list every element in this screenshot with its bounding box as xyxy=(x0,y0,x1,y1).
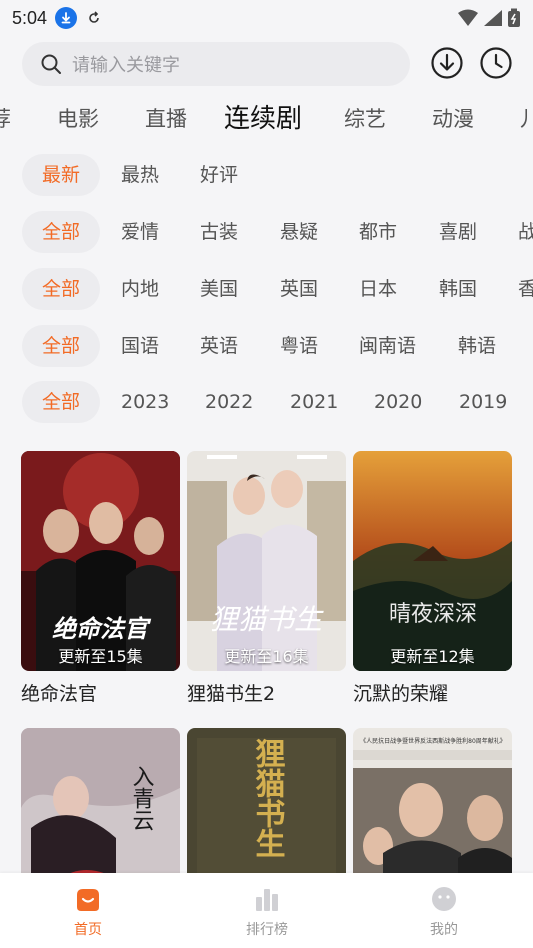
show-poster: 狸猫书生 更新至16集 xyxy=(187,451,346,671)
search-input[interactable]: 请输入关键字 xyxy=(22,42,410,86)
wifi-icon xyxy=(458,9,478,26)
tab-tv-series[interactable]: 连续剧 xyxy=(224,96,302,142)
show-poster: 绝命法官 更新至15集 xyxy=(21,451,180,671)
signal-icon xyxy=(484,10,502,26)
filter-chip[interactable]: 最热 xyxy=(121,154,159,196)
episode-badge: 更新至16集 xyxy=(224,647,309,666)
poster-title: 晴夜深深 xyxy=(389,602,477,627)
filter-chip[interactable]: 2021 xyxy=(290,381,338,423)
poster-title: 狸猫书生 xyxy=(250,738,286,858)
show-title: 沉默的荣耀 xyxy=(353,683,449,705)
show-card[interactable]: 晴夜深深 更新至12集 沉默的荣耀 xyxy=(353,451,512,706)
filter-chip[interactable]: 全部 xyxy=(22,325,100,367)
show-card[interactable]: 狸猫书生 更新至16集 狸猫书生2 xyxy=(187,451,346,706)
sort-filter-row: 最新 最热 好评 xyxy=(0,154,533,196)
nav-label: 首页 xyxy=(74,922,102,938)
show-title: 绝命法官 xyxy=(21,683,98,705)
status-time: 5:04 xyxy=(12,7,48,28)
poster-title: 绝命法官 xyxy=(52,615,152,643)
tab-kids[interactable]: 儿 xyxy=(520,96,533,142)
filter-chip[interactable]: 内地 xyxy=(121,268,159,310)
poster-title: 狸猫书生 xyxy=(210,603,324,636)
show-title: 狸猫书生2 xyxy=(187,683,276,705)
language-filter-row: 全部 国语 英语 粤语 闽南语 韩语 xyxy=(0,325,533,367)
region-filter-row: 全部 内地 美国 英国 日本 韩国 香 xyxy=(0,268,533,310)
filter-chip[interactable]: 都市 xyxy=(359,211,397,253)
home-icon xyxy=(77,889,99,911)
nav-label: 排行榜 xyxy=(246,922,288,938)
filter-chip[interactable]: 英国 xyxy=(280,268,318,310)
episode-badge: 更新至12集 xyxy=(390,647,475,666)
genre-filter-row: 全部 爱情 古装 悬疑 都市 喜剧 战 xyxy=(0,211,533,253)
sync-icon xyxy=(89,11,99,23)
show-card[interactable]: 绝命法官 更新至15集 绝命法官 xyxy=(21,451,180,706)
history-icon[interactable] xyxy=(479,46,513,80)
tab-movie[interactable]: 电影 xyxy=(57,96,99,142)
filter-chip[interactable]: 最新 xyxy=(22,154,100,196)
filter-chip[interactable]: 好评 xyxy=(200,154,238,196)
poster-title: 入青云 xyxy=(129,765,155,831)
category-tabs: 荐 电影 直播 连续剧 综艺 动漫 儿 xyxy=(0,96,533,142)
search-row: 请输入关键字 xyxy=(0,42,533,88)
tab-live[interactable]: 直播 xyxy=(145,96,187,142)
nav-ranking[interactable]: 排行榜 xyxy=(222,885,312,939)
download-icon[interactable] xyxy=(430,46,464,80)
filter-chip[interactable]: 美国 xyxy=(200,268,238,310)
filter-chip[interactable]: 闽南语 xyxy=(359,325,416,367)
nav-label: 我的 xyxy=(430,922,458,938)
filter-chip[interactable]: 喜剧 xyxy=(439,211,477,253)
filter-chip[interactable]: 悬疑 xyxy=(280,211,318,253)
bottom-nav: 首页 排行榜 我的 xyxy=(0,873,533,948)
filter-chip[interactable]: 全部 xyxy=(22,268,100,310)
nav-home[interactable]: 首页 xyxy=(43,885,133,939)
filter-chip[interactable]: 粤语 xyxy=(280,325,318,367)
filter-chip[interactable]: 2019 xyxy=(459,381,507,423)
filter-chip[interactable]: 2022 xyxy=(205,381,253,423)
nav-mine[interactable]: 我的 xyxy=(399,885,489,939)
year-filter-row: 全部 2023 2022 2021 2020 2019 xyxy=(0,381,533,423)
filter-chip[interactable]: 2023 xyxy=(121,381,169,423)
filter-chip[interactable]: 爱情 xyxy=(121,211,159,253)
filter-chip[interactable]: 韩语 xyxy=(458,325,496,367)
filter-chip[interactable]: 古装 xyxy=(200,211,238,253)
filter-chip[interactable]: 香 xyxy=(518,268,533,310)
tab-variety[interactable]: 综艺 xyxy=(344,96,386,142)
tab-recommend[interactable]: 荐 xyxy=(0,96,11,142)
poster-title: 《人民抗日战争暨世界反法西斯战争胜利80周年献礼》 xyxy=(360,737,506,745)
search-placeholder: 请输入关键字 xyxy=(72,55,180,76)
show-poster: 晴夜深深 更新至12集 xyxy=(353,451,512,671)
filter-chip[interactable]: 战 xyxy=(518,211,533,253)
battery-icon xyxy=(508,8,520,27)
profile-icon xyxy=(432,887,456,911)
filter-chip[interactable]: 日本 xyxy=(359,268,397,310)
filter-chip[interactable]: 全部 xyxy=(22,211,100,253)
status-bar: 5:04 xyxy=(0,0,533,36)
filter-chip[interactable]: 国语 xyxy=(121,325,159,367)
episode-badge: 更新至15集 xyxy=(58,647,143,666)
filter-chip[interactable]: 英语 xyxy=(200,325,238,367)
download-notification-icon xyxy=(55,7,78,29)
tab-anime[interactable]: 动漫 xyxy=(432,96,474,142)
filter-chip[interactable]: 韩国 xyxy=(439,268,477,310)
filter-chip[interactable]: 2020 xyxy=(374,381,422,423)
search-icon xyxy=(41,54,61,74)
ranking-icon xyxy=(256,889,278,911)
filter-chip[interactable]: 全部 xyxy=(22,381,100,423)
